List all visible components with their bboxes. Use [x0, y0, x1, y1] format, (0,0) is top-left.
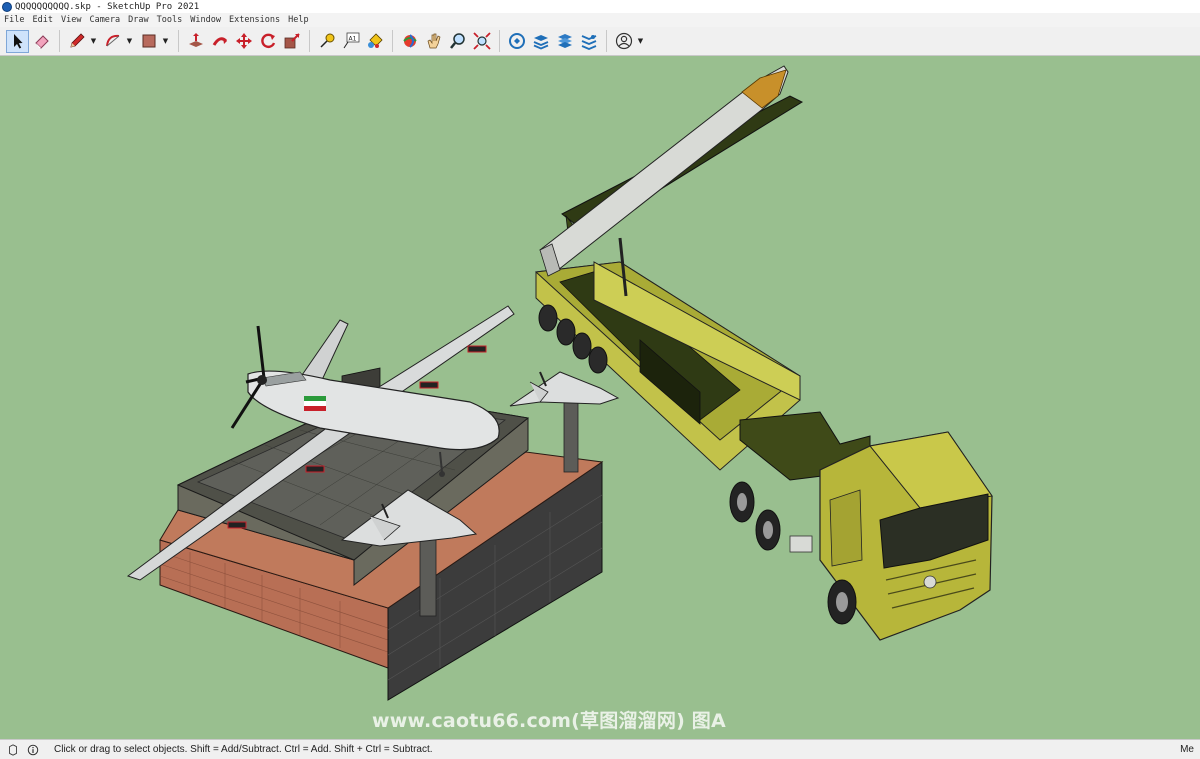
- layout-button[interactable]: [553, 30, 576, 53]
- extension-warehouse-button[interactable]: [529, 30, 552, 53]
- arc-tool-dropdown-icon[interactable]: ▼: [125, 30, 134, 53]
- orbit-icon: [402, 34, 417, 48]
- extension-manager-icon: [581, 35, 596, 50]
- zoom-extents-tool[interactable]: [470, 30, 493, 53]
- push-pull-icon: [188, 33, 203, 47]
- delta-drone[interactable]: [509, 371, 620, 407]
- line-tool-dropdown-icon[interactable]: ▼: [89, 30, 98, 53]
- follow-me-icon: [212, 37, 227, 46]
- measurements-label: Me: [1180, 744, 1194, 755]
- tape-measure-icon: [319, 33, 334, 48]
- paint-bucket-icon: [367, 33, 383, 48]
- extension-manager-button[interactable]: [577, 30, 600, 53]
- rotate-tool[interactable]: [256, 30, 279, 53]
- status-message: Click or drag to select objects. Shift =…: [54, 744, 433, 755]
- toolbar-separator: [606, 30, 607, 52]
- text-tool-label: A1: [348, 36, 356, 43]
- shape-tool-dropdown-icon[interactable]: ▼: [161, 30, 170, 53]
- extension-icon: [533, 35, 548, 50]
- account-dropdown-icon[interactable]: ▼: [636, 30, 645, 53]
- scale-icon: [284, 33, 300, 49]
- menu-help[interactable]: Help: [284, 15, 312, 25]
- menu-bar: File Edit View Camera Draw Tools Window …: [0, 13, 1200, 27]
- missile-launcher-truck[interactable]: [534, 65, 993, 641]
- arc-tool[interactable]: [101, 30, 124, 53]
- orbit-tool[interactable]: [398, 30, 421, 53]
- tape-measure-tool[interactable]: [315, 30, 338, 53]
- text-icon: A1: [343, 32, 359, 49]
- title-bar: QQQQQQQQQQ.skp - SketchUp Pro 2021: [0, 0, 1200, 13]
- arc-icon: [105, 34, 119, 47]
- menu-view[interactable]: View: [57, 15, 85, 25]
- info-icon[interactable]: [26, 743, 40, 757]
- text-tool[interactable]: A1: [339, 30, 362, 53]
- menu-camera[interactable]: Camera: [85, 15, 124, 25]
- menu-file[interactable]: File: [0, 15, 28, 25]
- warehouse-icon: [508, 33, 525, 49]
- eraser-icon: [34, 35, 49, 49]
- hand-icon: [427, 33, 440, 49]
- geo-location-icon[interactable]: [6, 743, 20, 757]
- pencil-icon: [69, 33, 85, 48]
- move-tool[interactable]: [232, 30, 255, 53]
- shape-tool[interactable]: [137, 30, 160, 53]
- getting-started-toolbar: ▼ ▼ ▼ A1 ▼: [0, 27, 1200, 56]
- window-title: QQQQQQQQQQ.skp - SketchUp Pro 2021: [15, 1, 200, 12]
- 3d-warehouse-button[interactable]: [505, 30, 528, 53]
- menu-window[interactable]: Window: [186, 15, 225, 25]
- eraser-tool[interactable]: [30, 30, 53, 53]
- support-pole: [563, 397, 579, 473]
- menu-edit[interactable]: Edit: [28, 15, 56, 25]
- layout-icon: [557, 34, 572, 48]
- user-icon: [615, 32, 632, 50]
- select-tool[interactable]: [6, 29, 29, 53]
- menu-extensions[interactable]: Extensions: [225, 15, 284, 25]
- magnifier-icon: [449, 33, 465, 49]
- arrow-icon: [13, 34, 22, 49]
- pan-tool[interactable]: [422, 30, 445, 53]
- menu-draw[interactable]: Draw: [124, 15, 152, 25]
- scale-tool[interactable]: [280, 30, 303, 53]
- model-viewport[interactable]: www.caotu66.com(草图溜溜网) 图A: [0, 56, 1200, 739]
- push-pull-tool[interactable]: [184, 30, 207, 53]
- model-scene[interactable]: [0, 56, 1200, 739]
- flag-decal: [304, 396, 326, 411]
- toolbar-separator: [309, 30, 310, 52]
- zoom-tool[interactable]: [446, 30, 469, 53]
- sketchup-logo-icon: [2, 1, 12, 12]
- toolbar-separator: [499, 30, 500, 52]
- status-bar: Click or drag to select objects. Shift =…: [0, 739, 1200, 759]
- toolbar-separator: [392, 30, 393, 52]
- support-pole: [419, 539, 437, 617]
- rectangle-icon: [142, 34, 155, 48]
- menu-tools[interactable]: Tools: [153, 15, 187, 25]
- move-icon: [235, 33, 252, 49]
- account-button[interactable]: [612, 30, 635, 53]
- zoom-extents-icon: [472, 32, 491, 50]
- paint-bucket-tool[interactable]: [363, 30, 386, 53]
- watermark-text: www.caotu66.com(草图溜溜网) 图A: [372, 710, 726, 732]
- toolbar-separator: [178, 30, 179, 52]
- follow-me-tool[interactable]: [208, 30, 231, 53]
- toolbar-separator: [59, 30, 60, 52]
- rotate-icon: [260, 33, 275, 49]
- line-tool[interactable]: [65, 30, 88, 53]
